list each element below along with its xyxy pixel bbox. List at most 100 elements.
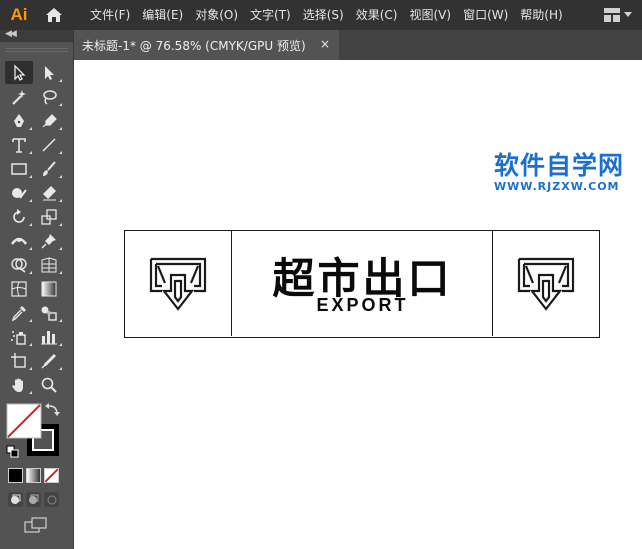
exit-sign-artwork[interactable]: 超市出口 EXPORT	[124, 230, 600, 338]
column-graph-icon	[41, 330, 57, 344]
scale-tool[interactable]	[35, 205, 63, 228]
zoom-tool[interactable]	[35, 373, 63, 396]
workspace-switcher[interactable]	[604, 0, 632, 30]
direct-selection-tool[interactable]	[35, 61, 63, 84]
menu-type[interactable]: 文字(T)	[244, 0, 297, 30]
draw-normal-icon[interactable]	[8, 492, 23, 507]
mesh-icon	[11, 280, 27, 297]
fill-stroke-widget	[5, 402, 67, 462]
width-tool[interactable]	[5, 229, 33, 252]
watermark-title: 软件自学网	[494, 151, 625, 180]
eraser-icon	[43, 185, 56, 200]
menu-view[interactable]: 视图(V)	[403, 0, 457, 30]
perspective-grid-tool[interactable]	[35, 253, 63, 276]
document-tab-bar: 未标题-1* @ 76.58% (CMYK/GPU 预览) ×	[74, 30, 642, 60]
menu-help[interactable]: 帮助(H)	[514, 0, 568, 30]
eyedropper-tool[interactable]	[5, 301, 33, 324]
paintbrush-icon	[43, 160, 56, 176]
pen-tool[interactable]	[5, 109, 33, 132]
color-mode-none[interactable]	[44, 468, 59, 483]
magnifier-icon	[41, 377, 57, 393]
shape-builder-tool[interactable]	[5, 253, 33, 276]
menu-window[interactable]: 窗口(W)	[457, 0, 514, 30]
lasso-icon	[43, 89, 57, 105]
rotate-icon	[13, 208, 25, 223]
workspace-grid-icon	[604, 8, 620, 22]
screen-mode-icon	[24, 517, 47, 533]
panel-grip[interactable]	[6, 48, 68, 52]
home-button[interactable]	[38, 0, 70, 30]
sign-left-panel	[125, 231, 232, 336]
color-mode-buttons	[8, 468, 59, 483]
selection-tool[interactable]	[5, 61, 33, 84]
draw-behind-icon[interactable]	[26, 492, 41, 507]
tools-panel-header: ◀◀	[0, 29, 73, 42]
symbol-sprayer-icon	[11, 330, 26, 345]
sign-subtitle: EXPORT	[316, 295, 409, 315]
screen-mode-button[interactable]	[24, 516, 48, 534]
document-tab[interactable]: 未标题-1* @ 76.58% (CMYK/GPU 预览) ×	[74, 30, 339, 60]
artboard-tool[interactable]	[5, 349, 33, 372]
exit-door-arrow-icon	[149, 257, 207, 311]
color-mode-gradient[interactable]	[26, 468, 41, 483]
collapse-icon[interactable]: ◀◀	[5, 29, 17, 39]
magic-wand-tool[interactable]	[5, 85, 33, 108]
menu-object[interactable]: 对象(O)	[189, 0, 244, 30]
hand-icon	[12, 378, 23, 392]
blend-tool[interactable]	[35, 301, 63, 324]
blend-icon	[41, 306, 57, 321]
hand-tool[interactable]	[5, 373, 33, 396]
artboard-icon	[11, 352, 26, 368]
illustrator-window: Ai 文件(F) 编辑(E) 对象(O) 文字(T) 选择(S) 效果(C) 视…	[0, 0, 642, 549]
direct-selection-arrow-icon	[45, 65, 54, 80]
symbol-sprayer-tool[interactable]	[5, 325, 33, 348]
type-tool[interactable]	[5, 133, 33, 156]
pen-nib-icon	[14, 113, 24, 127]
curvature-pen-icon	[42, 113, 57, 127]
eraser-tool[interactable]	[35, 181, 63, 204]
puppet-warp-tool[interactable]	[35, 229, 63, 252]
default-fill-stroke-icon[interactable]	[6, 445, 19, 458]
chevron-down-icon	[624, 12, 632, 17]
menu-effect[interactable]: 效果(C)	[350, 0, 404, 30]
lasso-tool[interactable]	[35, 85, 63, 108]
fill-swatch[interactable]	[6, 403, 42, 439]
menu-bar: Ai 文件(F) 编辑(E) 对象(O) 文字(T) 选择(S) 效果(C) 视…	[0, 0, 642, 30]
close-icon[interactable]: ×	[318, 37, 332, 51]
tools-panel: ◀◀	[0, 29, 74, 549]
paintbrush-tool[interactable]	[35, 157, 63, 180]
swap-fill-stroke-icon[interactable]	[45, 403, 60, 416]
menu-select[interactable]: 选择(S)	[297, 0, 350, 30]
menu-items: 文件(F) 编辑(E) 对象(O) 文字(T) 选择(S) 效果(C) 视图(V…	[84, 0, 569, 30]
tool-grid	[5, 61, 69, 397]
document-tab-label: 未标题-1* @ 76.58% (CMYK/GPU 预览)	[82, 38, 306, 53]
sign-right-panel	[492, 231, 599, 336]
curvature-tool[interactable]	[35, 109, 63, 132]
gradient-icon	[41, 281, 57, 296]
draw-inside-icon[interactable]	[44, 492, 59, 507]
color-mode-solid[interactable]	[8, 468, 23, 483]
home-icon	[46, 8, 62, 22]
menu-edit[interactable]: 编辑(E)	[136, 0, 189, 30]
width-icon	[10, 237, 28, 245]
shape-builder-icon	[11, 257, 27, 273]
line-segment-tool[interactable]	[35, 133, 63, 156]
draw-mode-buttons	[8, 492, 59, 507]
shaper-tool[interactable]	[5, 181, 33, 204]
app-logo: Ai	[10, 5, 28, 24]
rectangle-icon	[11, 162, 27, 175]
column-graph-tool[interactable]	[35, 325, 63, 348]
line-segment-icon	[42, 137, 56, 152]
mesh-tool[interactable]	[5, 277, 33, 300]
slice-tool[interactable]	[35, 349, 63, 372]
perspective-grid-icon	[41, 256, 57, 272]
slice-knife-icon	[41, 353, 56, 368]
scale-icon	[41, 208, 57, 225]
menu-file[interactable]: 文件(F)	[84, 0, 136, 30]
magic-wand-icon	[12, 89, 26, 105]
type-t-icon	[12, 137, 26, 153]
eyedropper-icon	[11, 305, 26, 321]
rotate-tool[interactable]	[5, 205, 33, 228]
gradient-tool[interactable]	[35, 277, 63, 300]
rectangle-tool[interactable]	[5, 157, 33, 180]
